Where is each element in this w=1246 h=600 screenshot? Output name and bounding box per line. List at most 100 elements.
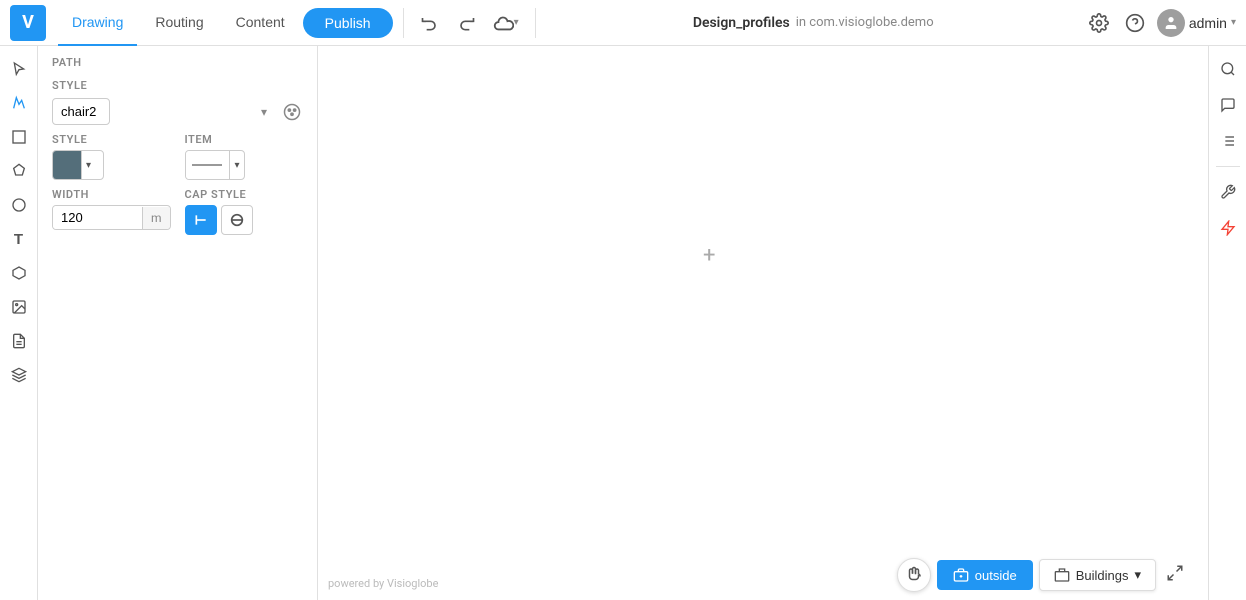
doc-title: Design_profiles <box>693 15 790 31</box>
lightning-right-button[interactable] <box>1213 213 1243 243</box>
width-input-wrap: m <box>52 205 171 230</box>
redo-button[interactable] <box>450 9 482 37</box>
cap-style-label: CAP STYLE <box>185 188 304 201</box>
canvas-area[interactable]: + powered by Visioglobe <box>318 46 1208 600</box>
path-tool-button[interactable] <box>4 88 34 118</box>
path-icon <box>11 95 27 111</box>
search-right-button[interactable] <box>1213 54 1243 84</box>
item-inner <box>186 151 230 179</box>
user-menu-button[interactable]: admin ▾ <box>1157 9 1236 37</box>
circle-tool-button[interactable] <box>4 190 34 220</box>
item-label: ITEM <box>185 133 304 146</box>
avatar <box>1157 9 1185 37</box>
style-select-row: chair2 default wall door ▾ <box>38 94 317 129</box>
width-label: WIDTH <box>52 188 171 201</box>
color-swatch-button[interactable] <box>53 151 81 179</box>
palette-button[interactable] <box>281 101 303 123</box>
list-icon <box>1220 133 1236 149</box>
image-icon <box>11 299 27 315</box>
chat-right-button[interactable] <box>1213 90 1243 120</box>
color-dropdown-button[interactable]: ▾ <box>81 151 95 179</box>
hand-tool-button[interactable] <box>897 558 931 592</box>
cursor-tool-button[interactable] <box>4 54 34 84</box>
path-section-header: PATH <box>38 46 317 75</box>
style-col: STYLE ▾ <box>52 133 171 180</box>
tab-routing[interactable]: Routing <box>141 0 217 46</box>
undo-icon <box>420 13 440 33</box>
user-label: admin <box>1189 15 1227 31</box>
outside-label: outside <box>975 568 1017 583</box>
wrench-icon <box>1220 184 1236 200</box>
color-picker-wrap: ▾ <box>52 150 104 180</box>
separator2 <box>535 8 536 38</box>
polygon-tool-button[interactable] <box>4 156 34 186</box>
crosshair-cursor: + <box>703 243 715 268</box>
layers-icon <box>11 367 27 383</box>
tab-drawing[interactable]: Drawing <box>58 0 137 46</box>
buildings-label: Buildings <box>1076 568 1129 583</box>
help-icon <box>1125 13 1145 33</box>
cap-style-left-button[interactable] <box>185 205 217 235</box>
powered-by-text: powered by Visioglobe <box>328 577 438 590</box>
document-tool-button[interactable] <box>4 326 34 356</box>
canvas-bottom-controls: outside Buildings ▾ <box>897 558 1188 592</box>
width-block: WIDTH m <box>52 188 171 235</box>
help-button[interactable] <box>1121 9 1149 37</box>
left-icon-sidebar: T <box>0 46 38 600</box>
buildings-dropdown-icon: ▾ <box>1134 567 1141 583</box>
cap-style-right-button[interactable] <box>221 205 253 235</box>
item-select-wrap: ▾ <box>185 150 245 180</box>
topbar-right: admin ▾ <box>1085 9 1236 37</box>
circle-icon <box>11 197 27 213</box>
canvas-footer: powered by Visioglobe <box>328 577 438 590</box>
text-tool-button[interactable]: T <box>4 224 34 254</box>
cloud-dropdown-icon: ▾ <box>514 17 519 28</box>
wrench-right-button[interactable] <box>1213 177 1243 207</box>
cap-left-icon <box>193 212 209 228</box>
doc-info: Design_profiles in com.visioglobe.demo <box>546 15 1081 31</box>
main-layout: T <box>0 46 1246 600</box>
outside-icon <box>953 567 969 583</box>
outside-button[interactable]: outside <box>937 560 1033 590</box>
item-dropdown-button[interactable]: ▾ <box>229 151 243 179</box>
document-icon <box>11 333 27 349</box>
3d-icon <box>11 265 27 281</box>
fullscreen-icon <box>1166 564 1184 582</box>
fullscreen-button[interactable] <box>1162 560 1188 591</box>
item-col: ITEM ▾ <box>185 133 304 180</box>
buildings-button[interactable]: Buildings ▾ <box>1039 559 1156 591</box>
cap-style-buttons <box>185 205 304 235</box>
style-select-arrow: ▾ <box>261 105 267 119</box>
user-icon <box>1163 15 1179 31</box>
properties-panel: PATH STYLE chair2 default wall door ▾ <box>38 46 318 600</box>
3d-tool-button[interactable] <box>4 258 34 288</box>
image-tool-button[interactable] <box>4 292 34 322</box>
layers-tool-button[interactable] <box>4 360 34 390</box>
lightning-icon <box>1220 220 1236 236</box>
separator <box>403 8 404 38</box>
text-icon: T <box>14 231 23 248</box>
undo-button[interactable] <box>414 9 446 37</box>
doc-subtitle: in com.visioglobe.demo <box>796 15 934 30</box>
style-select[interactable]: chair2 default wall door <box>52 98 110 125</box>
gear-icon <box>1089 13 1109 33</box>
item-line <box>192 164 222 166</box>
cap-style-block: CAP STYLE <box>185 188 304 235</box>
buildings-icon <box>1054 567 1070 583</box>
cloud-icon <box>492 14 514 32</box>
cloud-button[interactable]: ▾ <box>486 10 525 36</box>
search-icon <box>1220 61 1236 77</box>
app-logo: V <box>10 5 46 41</box>
style-label: STYLE <box>52 79 112 92</box>
redo-icon <box>456 13 476 33</box>
width-input[interactable] <box>53 206 142 229</box>
style-sub-label: STYLE <box>52 133 171 146</box>
rectangle-tool-button[interactable] <box>4 122 34 152</box>
cursor-icon <box>11 61 27 77</box>
topbar: V Drawing Routing Content Publish ▾ Desi… <box>0 0 1246 46</box>
tab-content[interactable]: Content <box>222 0 299 46</box>
polygon-icon <box>11 163 27 179</box>
publish-button[interactable]: Publish <box>303 8 393 38</box>
settings-button[interactable] <box>1085 9 1113 37</box>
list-right-button[interactable] <box>1213 126 1243 156</box>
